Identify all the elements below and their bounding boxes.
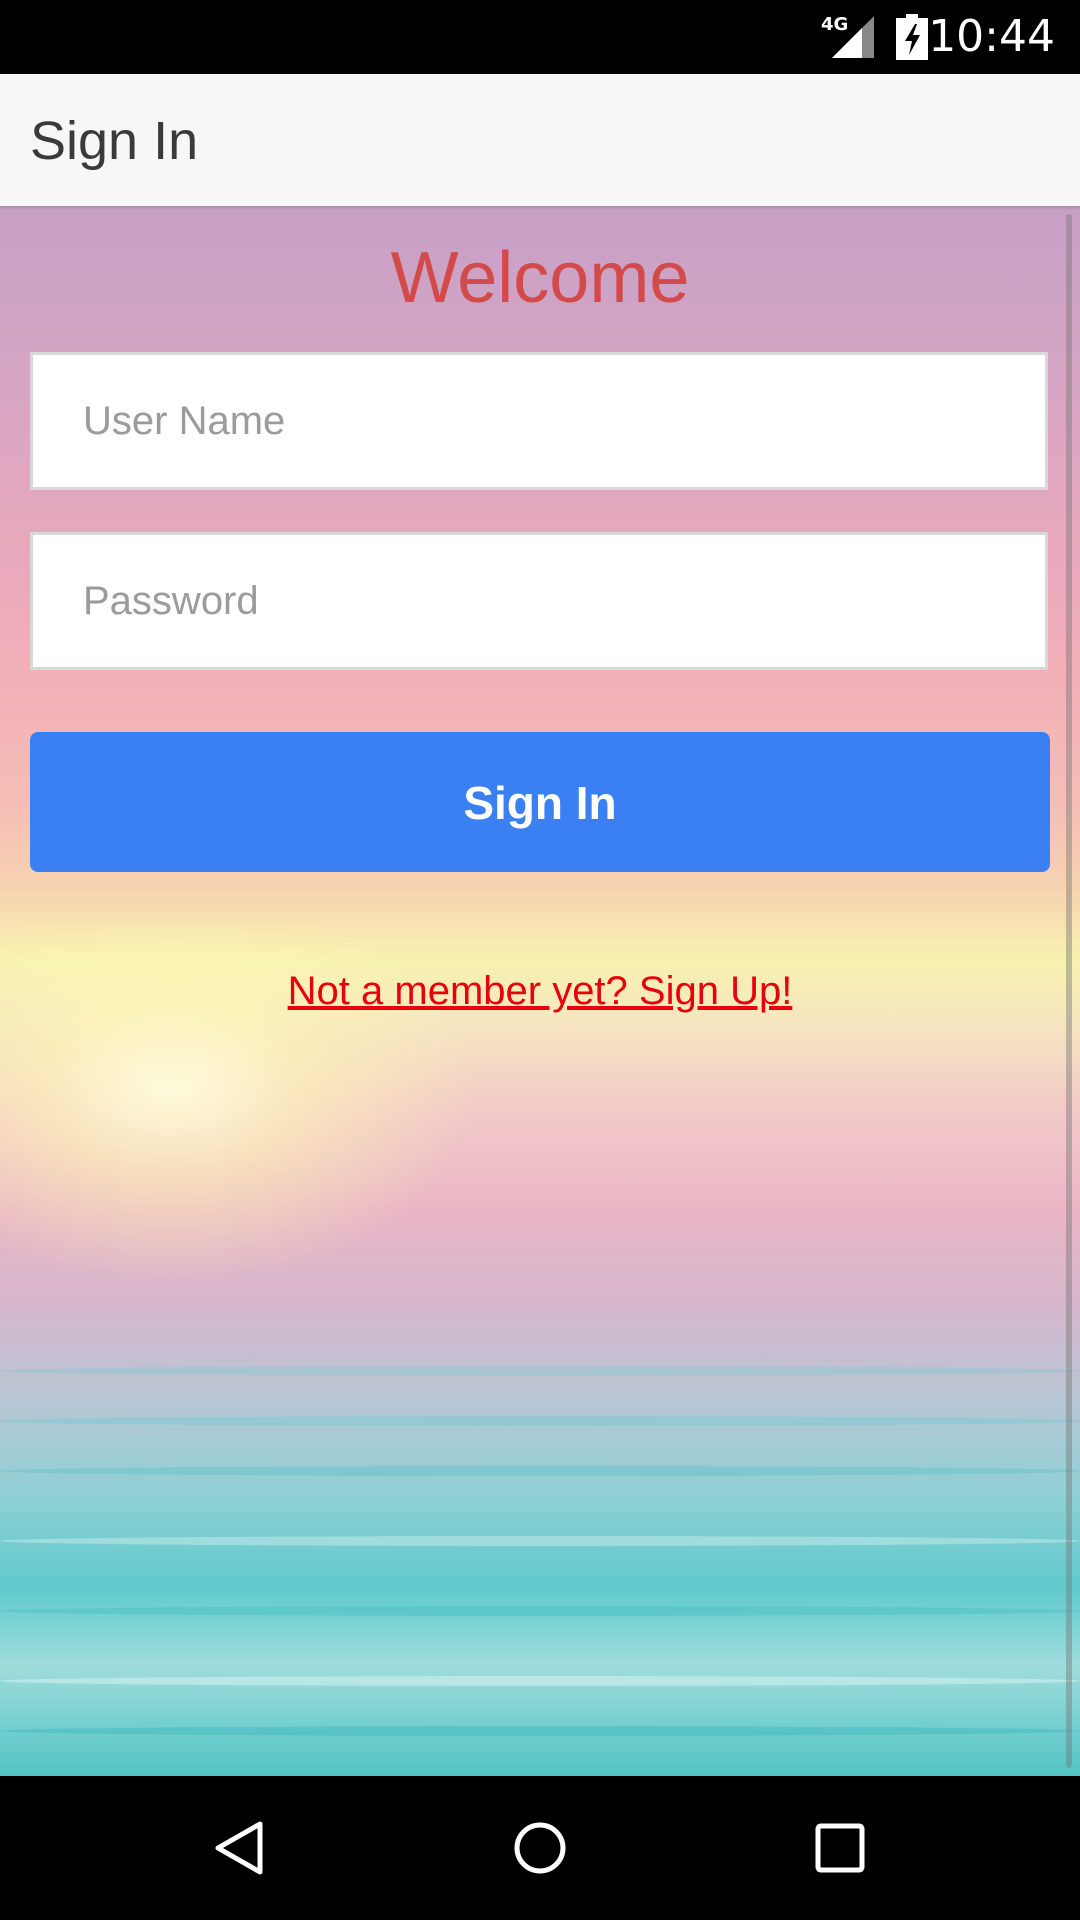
- home-icon: [514, 1822, 566, 1874]
- background-wave: [0, 1536, 1080, 1546]
- clock: 10:44: [928, 11, 1055, 62]
- recents-button[interactable]: [790, 1798, 890, 1898]
- screen: 4G 10:44 Sign In Welcome Sign: [0, 0, 1080, 1920]
- page-title: Sign In: [30, 111, 199, 171]
- background-wave: [0, 1726, 1080, 1736]
- sign-up-link-container: Not a member yet? Sign Up!: [0, 966, 1080, 1016]
- password-input[interactable]: [33, 535, 1045, 667]
- welcome-heading: Welcome: [390, 238, 690, 318]
- sign-in-content: Welcome Sign In Not a member yet? Sign U…: [0, 206, 1080, 1776]
- home-button[interactable]: [490, 1798, 590, 1898]
- background-wave: [0, 1606, 1080, 1616]
- background-wave: [0, 1366, 1080, 1376]
- background-wave: [0, 1466, 1080, 1476]
- password-field[interactable]: [30, 532, 1048, 670]
- navigation-bar: [0, 1776, 1080, 1920]
- recents-icon: [815, 1823, 865, 1873]
- username-field[interactable]: [30, 352, 1048, 490]
- status-bar: 4G 10:44: [0, 0, 1080, 74]
- signal-icon: [832, 16, 874, 58]
- scrollbar[interactable]: [1066, 214, 1072, 1768]
- back-icon: [215, 1821, 263, 1875]
- back-button[interactable]: [190, 1798, 290, 1898]
- battery-icon: [896, 14, 928, 60]
- app-toolbar: Sign In: [0, 74, 1080, 206]
- sign-up-link[interactable]: Not a member yet? Sign Up!: [288, 969, 793, 1013]
- username-input[interactable]: [33, 355, 1045, 487]
- sign-in-button[interactable]: Sign In: [30, 732, 1050, 872]
- background-wave: [0, 1676, 1080, 1686]
- background-wave: [0, 1416, 1080, 1426]
